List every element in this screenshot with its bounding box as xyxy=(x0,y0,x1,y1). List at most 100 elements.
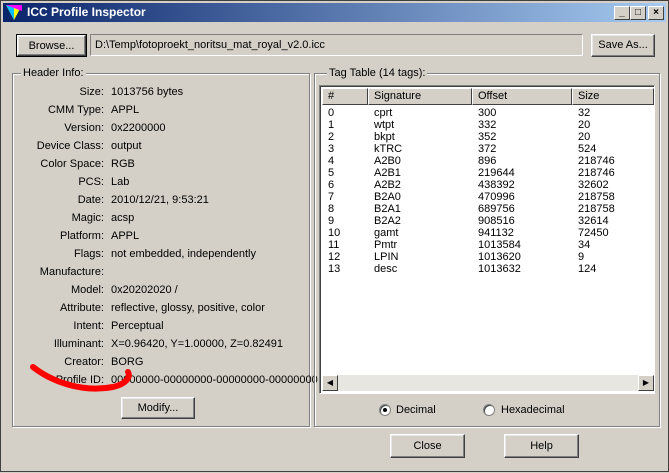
column-header-signature[interactable]: Signature xyxy=(368,88,472,105)
header-info-row: Magic: acsp xyxy=(15,209,315,227)
horizontal-scrollbar[interactable]: ◀ ▶ xyxy=(322,375,654,391)
header-info-row: Attribute: reflective, glossy, positive, … xyxy=(15,299,315,317)
table-row[interactable]: 7 B2A0 470996 218758 xyxy=(322,191,654,203)
table-row[interactable]: 3 kTRC 372 524 xyxy=(322,143,654,155)
table-row[interactable]: 1 wtpt 332 20 xyxy=(322,119,654,131)
header-info-value: 1013756 bytes xyxy=(111,86,184,98)
table-cell: 896 xyxy=(478,155,497,167)
radio-selected-dot xyxy=(383,408,387,412)
table-cell: 1 xyxy=(328,119,335,131)
table-cell: 32614 xyxy=(578,215,609,227)
table-cell: cprt xyxy=(374,107,393,119)
table-row[interactable]: 8 B2A1 689756 218758 xyxy=(322,203,654,215)
scroll-right-button[interactable]: ▶ xyxy=(638,375,654,391)
header-info-row: Color Space: RGB xyxy=(15,155,315,173)
table-cell: A2B1 xyxy=(374,167,401,179)
close-window-button[interactable]: × xyxy=(648,6,664,20)
table-cell: 372 xyxy=(478,143,497,155)
header-info-value: BORG xyxy=(111,356,144,368)
scroll-left-button[interactable]: ◀ xyxy=(322,375,338,391)
header-info-row: Profile ID: 00000000-00000000-00000000-00… xyxy=(15,371,318,389)
close-button[interactable]: Close xyxy=(390,434,465,458)
header-info-value: acsp xyxy=(111,212,135,224)
header-info-row: Size: 1013756 bytes xyxy=(15,83,315,101)
header-info-row: CMM Type: APPL xyxy=(15,101,315,119)
header-info-label: Creator: xyxy=(64,356,104,368)
header-info-value: Perceptual xyxy=(111,320,164,332)
table-cell: B2A2 xyxy=(374,215,401,227)
table-cell: 8 xyxy=(328,203,335,215)
tag-table-title: Tag Table (14 tags): xyxy=(327,67,428,79)
table-cell: 13 xyxy=(328,263,341,275)
table-cell: gamt xyxy=(374,227,399,239)
table-cell: 5 xyxy=(328,167,335,179)
table-row[interactable]: 10 gamt 941132 72450 xyxy=(322,227,654,239)
tag-table-list[interactable]: # Signature Offset Size 0 cprt 300 32 1 wtpt 3… xyxy=(319,85,655,394)
table-cell: 11 xyxy=(328,239,340,251)
table-cell: 300 xyxy=(478,107,497,119)
table-cell: 34 xyxy=(578,239,591,251)
header-info-row: Intent: Perceptual xyxy=(15,317,315,335)
table-cell: B2A0 xyxy=(374,191,401,203)
table-cell: 2 xyxy=(328,131,335,143)
table-row[interactable]: 12 LPIN 1013620 9 xyxy=(322,251,654,263)
app-icon xyxy=(6,5,22,20)
table-row[interactable]: 4 A2B0 896 218746 xyxy=(322,155,654,167)
header-info-label: Version: xyxy=(64,122,104,134)
table-row[interactable]: 13 desc 1013632 124 xyxy=(322,263,654,275)
table-cell: 10 xyxy=(328,227,341,239)
column-header-size[interactable]: Size xyxy=(572,88,654,105)
header-info-value: 00000000-00000000-00000000-00000000 xyxy=(111,374,318,386)
header-info-label: Manufacture: xyxy=(39,266,104,278)
table-row[interactable]: 0 cprt 300 32 xyxy=(322,107,654,119)
maximize-button[interactable]: □ xyxy=(630,6,646,20)
table-row[interactable]: 2 bkpt 352 20 xyxy=(322,131,654,143)
header-info-value: not embedded, independently xyxy=(111,248,256,260)
table-row[interactable]: 6 A2B2 438392 32602 xyxy=(322,179,654,191)
header-info-label: Device Class: xyxy=(36,140,104,152)
table-cell: 352 xyxy=(478,131,497,143)
save-as-button[interactable]: Save As... xyxy=(591,34,655,57)
header-info-row: Date: 2010/12/21, 9:53:21 xyxy=(15,191,315,209)
table-row[interactable]: 9 B2A2 908516 32614 xyxy=(322,215,654,227)
table-cell: 908516 xyxy=(478,215,515,227)
close-button-label: Close xyxy=(413,440,442,452)
table-row[interactable]: 11 Pmtr 1013584 34 xyxy=(322,239,654,251)
decimal-radio-label[interactable]: Decimal xyxy=(396,404,436,417)
table-cell: 32602 xyxy=(578,179,609,191)
hexadecimal-radio[interactable] xyxy=(483,404,495,416)
table-cell: LPIN xyxy=(374,251,399,263)
header-info-label: Model: xyxy=(70,284,104,296)
hexadecimal-radio-label[interactable]: Hexadecimal xyxy=(501,404,565,417)
table-cell: 0 xyxy=(328,107,335,119)
help-button-label: Help xyxy=(530,440,553,452)
header-info-value: reflective, glossy, positive, color xyxy=(111,302,265,314)
browse-button-label: Browse... xyxy=(28,40,75,52)
table-cell: 941132 xyxy=(478,227,514,239)
table-cell: 689756 xyxy=(478,203,515,215)
profile-path-field[interactable]: D:\Temp\fotoproekt_noritsu_mat_royal_v2.… xyxy=(90,34,583,56)
tag-table-header: # Signature Offset Size xyxy=(322,88,654,105)
table-cell: 524 xyxy=(578,143,597,155)
header-info-value: RGB xyxy=(111,158,135,170)
header-info-row: Creator: BORG xyxy=(15,353,315,371)
table-row[interactable]: 5 A2B1 219644 218746 xyxy=(322,167,654,179)
column-header-offset[interactable]: Offset xyxy=(472,88,572,105)
title-bar[interactable]: ICC Profile Inspector _ □ × xyxy=(3,3,666,22)
table-cell: 4 xyxy=(328,155,335,167)
table-cell: 7 xyxy=(328,191,335,203)
table-cell: 72450 xyxy=(578,227,609,239)
table-cell: 219644 xyxy=(478,167,515,179)
header-info-row: Device Class: output xyxy=(15,137,315,155)
browse-button[interactable]: Browse... xyxy=(16,34,87,57)
header-info-label: Flags: xyxy=(74,248,104,260)
minimize-button[interactable]: _ xyxy=(614,6,630,20)
column-header-number[interactable]: # xyxy=(322,88,368,105)
help-button[interactable]: Help xyxy=(504,434,579,458)
header-info-value: 0x20202020 / xyxy=(111,284,178,296)
save-as-button-label: Save As... xyxy=(598,39,648,51)
header-info-row: Flags: not embedded, independently xyxy=(15,245,315,263)
header-info-label: PCS: xyxy=(78,176,104,188)
modify-button[interactable]: Modify... xyxy=(121,397,195,419)
decimal-radio[interactable] xyxy=(379,404,391,416)
